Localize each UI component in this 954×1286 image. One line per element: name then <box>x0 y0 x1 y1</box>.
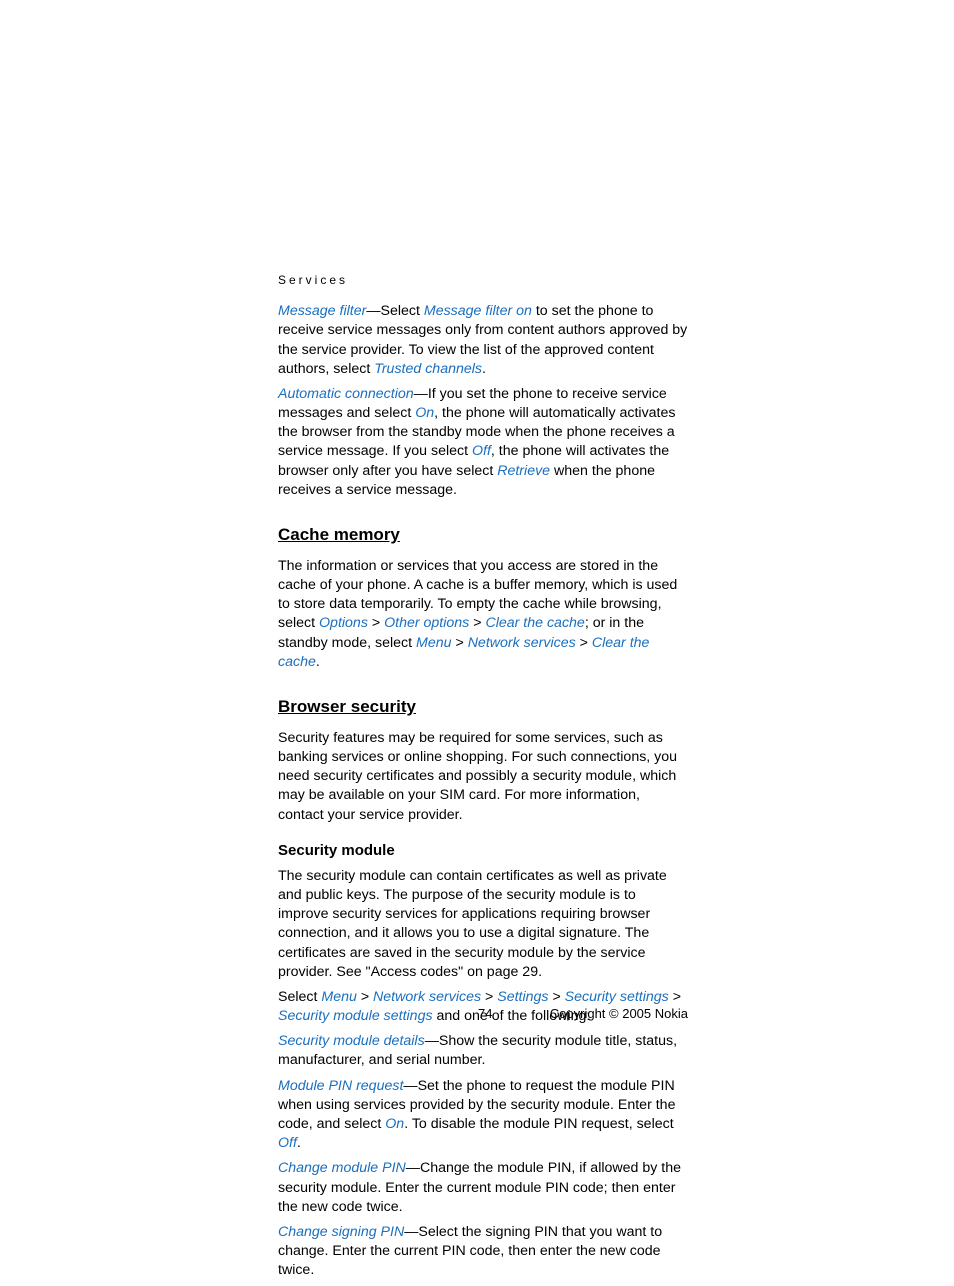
link-network-services[interactable]: Network services <box>373 989 481 1005</box>
link-retrieve[interactable]: Retrieve <box>497 463 550 479</box>
link-module-pin-request[interactable]: Module PIN request <box>278 1078 403 1094</box>
link-security-module-settings[interactable]: Security module settings <box>278 1008 433 1024</box>
heading-browser-security: Browser security <box>278 696 688 719</box>
paragraph-change-signing-pin: Change signing PIN—Select the signing PI… <box>278 1223 688 1281</box>
link-message-filter[interactable]: Message filter <box>278 303 366 319</box>
separator: > <box>669 989 681 1005</box>
link-on[interactable]: On <box>385 1116 404 1132</box>
link-security-module-details[interactable]: Security module details <box>278 1033 425 1049</box>
paragraph-message-filter: Message filter—Select Message filter on … <box>278 302 688 379</box>
link-message-filter-on[interactable]: Message filter on <box>424 303 532 319</box>
link-change-signing-pin[interactable]: Change signing PIN <box>278 1224 404 1240</box>
link-off[interactable]: Off <box>472 443 491 459</box>
link-options[interactable]: Options <box>319 615 368 631</box>
link-security-settings[interactable]: Security settings <box>565 989 669 1005</box>
separator: > <box>357 989 373 1005</box>
link-change-module-pin[interactable]: Change module PIN <box>278 1160 406 1176</box>
separator: > <box>368 615 384 631</box>
separator: > <box>576 635 592 651</box>
separator: > <box>549 989 565 1005</box>
link-automatic-connection[interactable]: Automatic connection <box>278 386 414 402</box>
link-off[interactable]: Off <box>278 1135 297 1151</box>
paragraph-security-module: The security module can contain certific… <box>278 867 688 982</box>
section-header: Services <box>278 272 688 288</box>
text: . <box>316 654 320 670</box>
link-menu[interactable]: Menu <box>321 989 357 1005</box>
link-other-options[interactable]: Other options <box>384 615 469 631</box>
paragraph-sm-details: Security module details—Show the securit… <box>278 1032 688 1070</box>
copyright-text: Copyright © 2005 Nokia <box>550 1005 688 1023</box>
paragraph-change-module-pin: Change module PIN—Change the module PIN,… <box>278 1159 688 1217</box>
page-content: Services Message filter—Select Message f… <box>278 272 688 1286</box>
link-menu[interactable]: Menu <box>416 635 452 651</box>
link-settings[interactable]: Settings <box>497 989 548 1005</box>
separator: > <box>481 989 497 1005</box>
link-clear-the-cache[interactable]: Clear the cache <box>485 615 584 631</box>
link-trusted-channels[interactable]: Trusted channels <box>374 361 482 377</box>
text: . To disable the module PIN request, sel… <box>404 1116 673 1132</box>
paragraph-automatic-connection: Automatic connection—If you set the phon… <box>278 385 688 500</box>
text: —Select <box>366 303 424 319</box>
link-on[interactable]: On <box>415 405 434 421</box>
text: . <box>482 361 486 377</box>
text: Select <box>278 989 321 1005</box>
page-number: 74 <box>478 1005 492 1023</box>
paragraph-cache: The information or services that you acc… <box>278 557 688 672</box>
subheading-security-module: Security module <box>278 841 688 861</box>
paragraph-module-pin-request: Module PIN request—Set the phone to requ… <box>278 1077 688 1154</box>
separator: > <box>469 615 485 631</box>
link-network-services[interactable]: Network services <box>468 635 576 651</box>
paragraph-browser-intro: Security features may be required for so… <box>278 729 688 825</box>
separator: > <box>452 635 468 651</box>
heading-cache-memory: Cache memory <box>278 524 688 547</box>
text: . <box>297 1135 301 1151</box>
